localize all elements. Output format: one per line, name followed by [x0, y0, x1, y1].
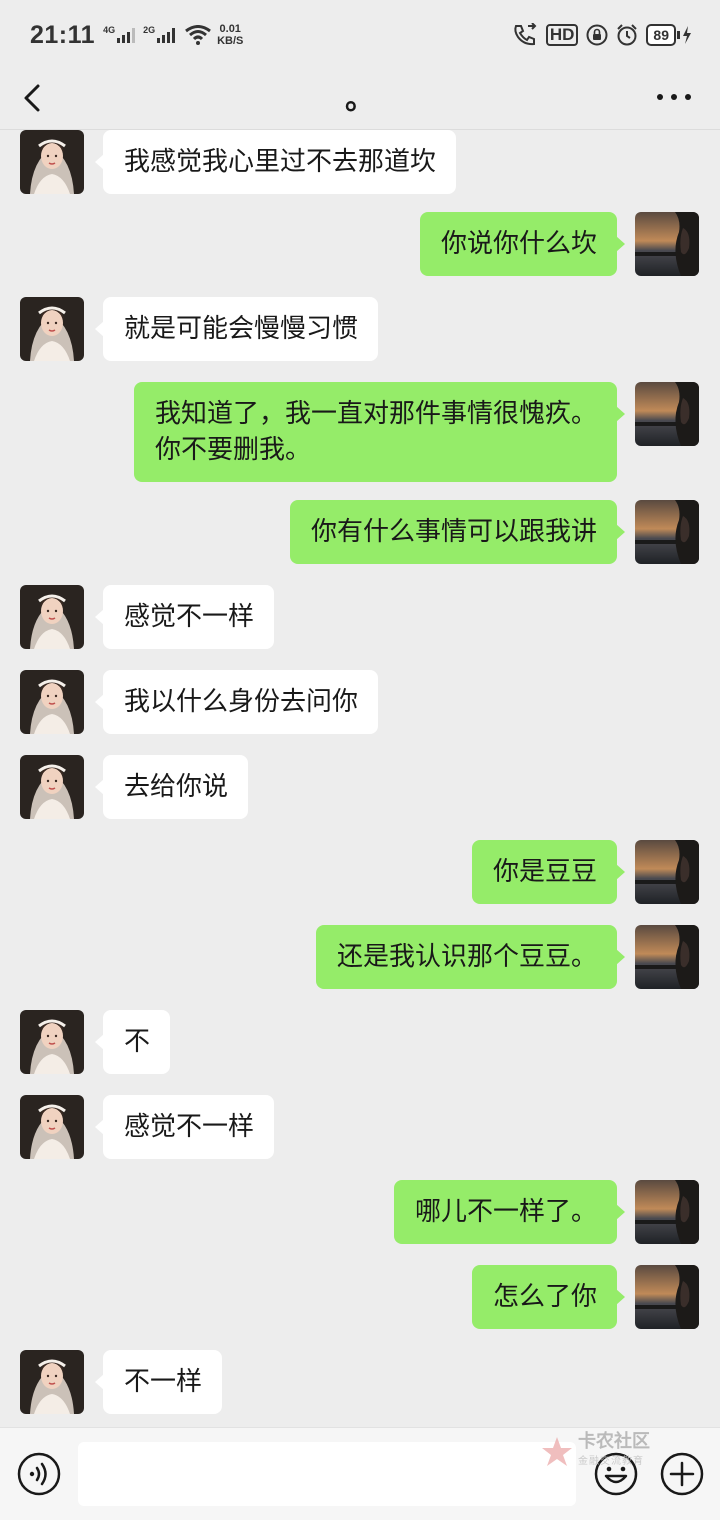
message-bubble[interactable]: 感觉不一样 [94, 585, 275, 649]
message-bubble[interactable]: 还是我认识那个豆豆。 [315, 925, 626, 989]
contact-avatar[interactable] [20, 1350, 84, 1414]
chat-title: 。 [345, 82, 375, 117]
my-avatar[interactable] [635, 1180, 699, 1244]
voice-input-icon[interactable] [17, 1452, 61, 1496]
status-bar: 21:11 4G 2G 0.01 KB/S HD 89 [0, 0, 720, 70]
contact-avatar[interactable] [20, 1010, 84, 1074]
battery-icon: 89 [646, 24, 692, 46]
more-options-icon[interactable] [654, 90, 694, 104]
message-bubble[interactable]: 我知道了，我一直对那件事情很愧疚。 你不要删我。 [133, 382, 626, 482]
message-bubble[interactable]: 哪儿不一样了。 [393, 1180, 626, 1244]
plus-icon[interactable] [660, 1452, 704, 1496]
contact-avatar[interactable] [20, 297, 84, 361]
message-bubble[interactable]: 怎么了你 [471, 1265, 626, 1329]
status-time: 21:11 [30, 20, 96, 49]
contact-avatar[interactable] [20, 755, 84, 819]
network-speed: 0.01 KB/S [217, 23, 243, 47]
message-bubble[interactable]: 你是豆豆 [471, 840, 626, 904]
sim2-network-label: 2G [143, 25, 156, 35]
alarm-icon [617, 24, 638, 46]
sim1-network-label: 4G [103, 25, 116, 35]
message-bubble[interactable]: 我感觉我心里过不去那道坎 [94, 130, 457, 194]
chat-header: 。 [0, 70, 720, 130]
message-bubble[interactable]: 就是可能会慢慢习惯 [94, 297, 379, 361]
message-list[interactable]: 我感觉我心里过不去那道坎你说你什么坎 就是可能会慢慢习惯我知道了，我一直对那件事情… [0, 130, 720, 1427]
message-bubble[interactable]: 不 [94, 1010, 171, 1074]
contact-avatar[interactable] [20, 130, 84, 194]
my-avatar[interactable] [635, 1265, 699, 1329]
call-forward-icon [514, 23, 537, 46]
contact-avatar[interactable] [20, 585, 84, 649]
message-bubble[interactable]: 去给你说 [94, 755, 249, 819]
message-bubble[interactable]: 你说你什么坎 [419, 212, 626, 276]
speed-value: 0.01 [219, 23, 241, 35]
my-avatar[interactable] [635, 925, 699, 989]
message-bubble[interactable]: 感觉不一样 [94, 1095, 275, 1159]
my-avatar[interactable] [635, 212, 699, 276]
message-bubble[interactable]: 我以什么身份去问你 [94, 670, 379, 734]
speed-unit: KB/S [217, 35, 244, 47]
my-avatar[interactable] [635, 500, 699, 564]
input-bar [0, 1427, 720, 1520]
wifi-icon [185, 25, 211, 45]
message-bubble[interactable]: 你有什么事情可以跟我讲 [289, 500, 626, 564]
message-bubble[interactable]: 不一样 [94, 1350, 223, 1414]
hd-call-icon: HD [545, 24, 579, 46]
signal-sim1-icon: 4G [103, 25, 136, 43]
lock-icon [586, 24, 608, 46]
emoji-icon[interactable] [594, 1452, 638, 1496]
charging-icon [683, 26, 691, 44]
my-avatar[interactable] [635, 840, 699, 904]
my-avatar[interactable] [635, 382, 699, 446]
message-input[interactable] [78, 1442, 576, 1506]
signal-sim2-icon: 2G [143, 25, 176, 43]
contact-avatar[interactable] [20, 1095, 84, 1159]
contact-avatar[interactable] [20, 670, 84, 734]
battery-level: 89 [646, 24, 676, 46]
